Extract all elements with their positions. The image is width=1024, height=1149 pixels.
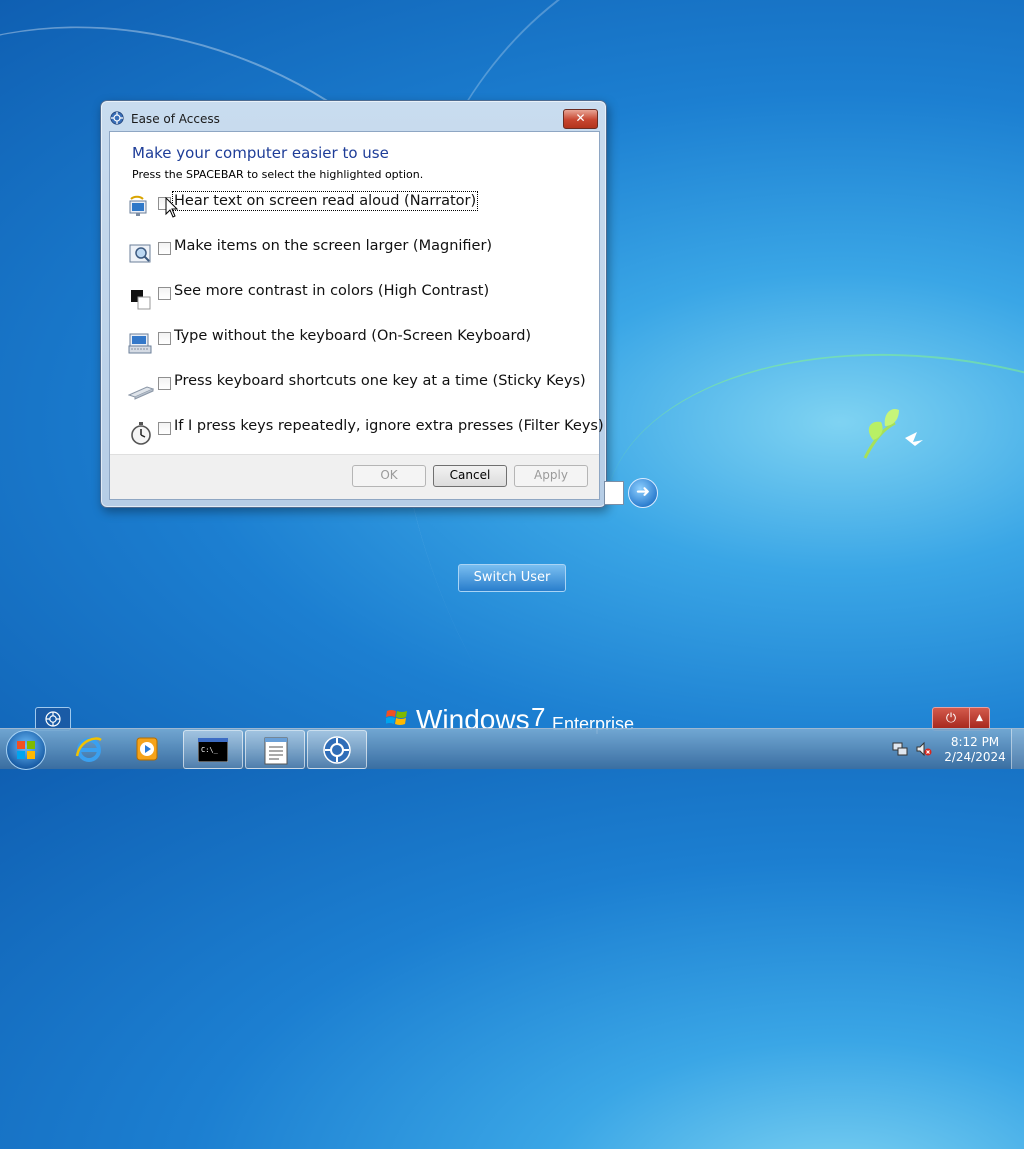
- option-label: Make items on the screen larger (Magnifi…: [174, 238, 493, 254]
- network-icon[interactable]: [892, 741, 908, 757]
- taskbar-internet-explorer[interactable]: [60, 730, 118, 767]
- option-label: Press keyboard shortcuts one key at a ti…: [174, 373, 586, 389]
- submit-arrow-button[interactable]: ➜: [628, 478, 658, 508]
- ease-of-access-icon: [45, 711, 61, 727]
- svg-text:C:\_: C:\_: [201, 746, 219, 754]
- clock-time: 8:12 PM: [950, 735, 1000, 749]
- magnifier-checkbox[interactable]: [158, 242, 171, 255]
- dialog-client-area: Make your computer easier to use Press t…: [109, 131, 604, 500]
- command-prompt-icon: C:\_: [198, 738, 228, 762]
- option-label: Type without the keyboard (On-Screen Key…: [174, 328, 532, 344]
- high-contrast-icon: [131, 290, 151, 310]
- filter-keys-icon: [131, 422, 151, 445]
- ease-of-access-dialog: Ease of Access ✕ Make your computer easi…: [100, 100, 607, 508]
- option-magnifier[interactable]: Make items on the screen larger (Magnifi…: [128, 238, 588, 268]
- start-button[interactable]: [6, 730, 46, 770]
- filter-keys-checkbox[interactable]: [158, 422, 171, 435]
- windows-logo-icon: [17, 741, 35, 759]
- ease-of-access-icon: [323, 736, 351, 764]
- sticky-keys-icon: [128, 386, 154, 400]
- close-icon: ✕: [575, 111, 586, 125]
- cancel-button[interactable]: Cancel: [433, 465, 507, 487]
- on-screen-keyboard-checkbox[interactable]: [158, 332, 171, 345]
- option-narrator[interactable]: Hear text on screen read aloud (Narrator…: [128, 191, 588, 223]
- dialog-instruction: Press the SPACEBAR to select the highlig…: [132, 168, 424, 181]
- apply-button[interactable]: Apply: [514, 465, 588, 487]
- taskbar-clock[interactable]: 8:12 PM 2/24/2024: [940, 735, 1010, 765]
- taskbar: C:\_ 8:12 PM 2/24/2024: [0, 728, 1024, 770]
- windows-logo-icon: [386, 710, 407, 725]
- magnifier-icon: [129, 244, 151, 263]
- mouse-cursor-icon: [165, 197, 179, 218]
- taskbar-media-player[interactable]: [120, 730, 178, 767]
- show-desktop-button[interactable]: [1011, 729, 1024, 769]
- power-icon: ⏻: [933, 708, 970, 730]
- volume-muted-icon[interactable]: [916, 741, 932, 757]
- high-contrast-checkbox[interactable]: [158, 287, 171, 300]
- dialog-footer: OK Cancel Apply: [110, 454, 599, 499]
- password-input[interactable]: [604, 481, 624, 505]
- dialog-titlebar[interactable]: Ease of Access ✕: [101, 101, 606, 135]
- option-sticky-keys[interactable]: Press keyboard shortcuts one key at a ti…: [128, 373, 588, 403]
- on-screen-keyboard-icon: [128, 333, 152, 354]
- taskbar-ease-of-access[interactable]: [307, 730, 367, 769]
- taskbar-command-prompt[interactable]: C:\_: [183, 730, 243, 769]
- option-on-screen-keyboard[interactable]: Type without the keyboard (On-Screen Key…: [128, 328, 588, 358]
- internet-explorer-icon: [75, 737, 102, 762]
- option-filter-keys[interactable]: If I press keys repeatedly, ignore extra…: [128, 418, 604, 448]
- clock-date: 2/24/2024: [944, 750, 1006, 764]
- narrator-icon: [129, 195, 147, 216]
- notepad-icon: [264, 737, 288, 765]
- close-button[interactable]: ✕: [563, 109, 598, 129]
- taskbar-notepad[interactable]: [245, 730, 305, 769]
- option-label: Hear text on screen read aloud (Narrator…: [171, 191, 479, 211]
- switch-user-button[interactable]: Switch User: [458, 564, 566, 592]
- ease-of-access-icon: [110, 111, 124, 125]
- option-label: See more contrast in colors (High Contra…: [174, 283, 490, 299]
- dialog-title: Ease of Access: [131, 112, 220, 126]
- arrow-right-icon: ➜: [635, 482, 651, 502]
- wallpaper-bird-icon: [863, 408, 923, 459]
- media-player-icon: [136, 737, 158, 761]
- ok-button[interactable]: OK: [352, 465, 426, 487]
- sticky-keys-checkbox[interactable]: [158, 377, 171, 390]
- shutdown-options-arrow-icon[interactable]: ▲: [970, 708, 989, 730]
- option-label: If I press keys repeatedly, ignore extra…: [174, 418, 604, 434]
- dialog-heading: Make your computer easier to use: [132, 144, 389, 162]
- option-high-contrast[interactable]: See more contrast in colors (High Contra…: [128, 283, 588, 313]
